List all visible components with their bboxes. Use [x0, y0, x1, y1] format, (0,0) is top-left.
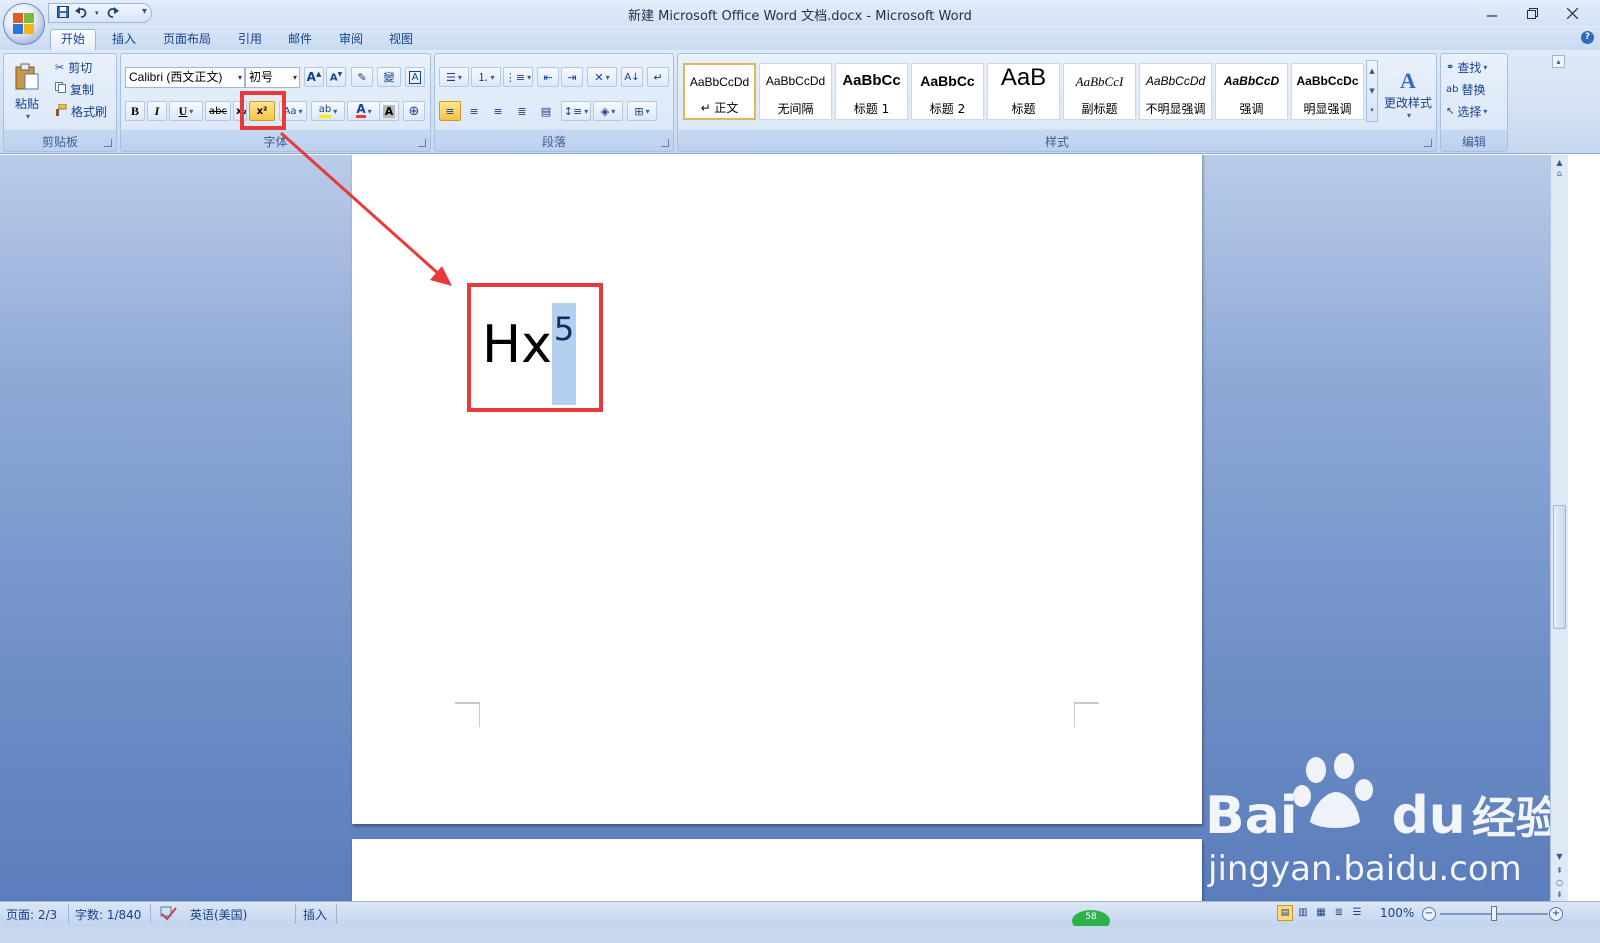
zoom-out-icon[interactable]: −	[1422, 907, 1436, 921]
print-layout-icon[interactable]: ▤	[1277, 905, 1293, 921]
full-screen-reading-icon[interactable]: ▥	[1295, 905, 1311, 921]
zoom-in-icon[interactable]: +	[1549, 907, 1563, 921]
view-buttons: ▤ ▥ ▦ ≣ ☰	[1277, 905, 1365, 921]
zoom-slider-thumb[interactable]	[1491, 906, 1497, 921]
annotation-arrow	[280, 131, 452, 286]
web-layout-icon[interactable]: ▦	[1313, 905, 1329, 921]
language-indicator[interactable]: 英语(美国)	[190, 906, 247, 923]
page-indicator[interactable]: 页面: 2/3	[6, 906, 57, 923]
spelling-check-icon[interactable]	[160, 906, 178, 925]
office-button[interactable]	[3, 3, 45, 45]
draft-icon[interactable]: ☰	[1349, 905, 1365, 921]
word-count[interactable]: 字数: 1/840	[75, 906, 141, 923]
taskbar-strip	[0, 926, 1600, 943]
insert-mode[interactable]: 插入	[303, 906, 327, 923]
outline-icon[interactable]: ≣	[1331, 905, 1347, 921]
status-bar: 页面: 2/3 字数: 1/840 英语(美国) 插入 58 ▤ ▥ ▦ ≣ ☰…	[0, 901, 1600, 932]
zoom-level[interactable]: 100%	[1380, 906, 1414, 920]
office-logo-icon	[13, 13, 35, 35]
